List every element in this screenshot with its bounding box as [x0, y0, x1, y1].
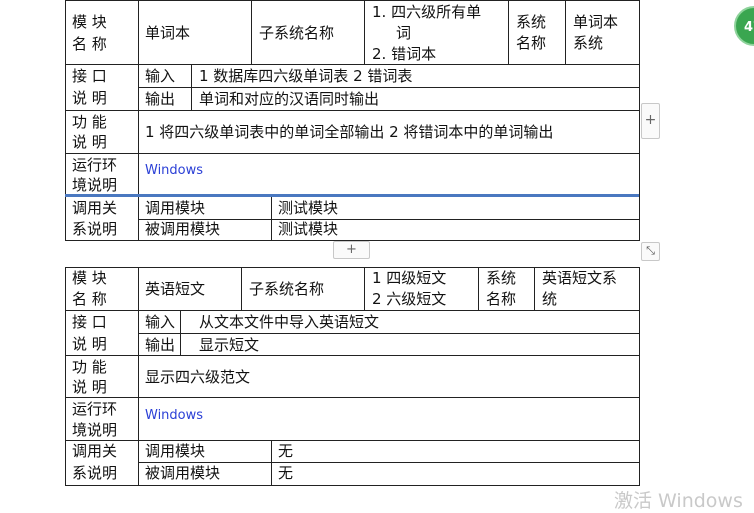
calls-module-label[interactable]: 调用模块	[145, 198, 205, 218]
table-2-rule	[271, 440, 272, 486]
output-label[interactable]: 输出	[145, 335, 175, 355]
input-label[interactable]: 输入	[145, 312, 175, 332]
table-1-rule	[565, 0, 566, 64]
calls-module-value[interactable]: 无	[278, 441, 293, 461]
system-name-value[interactable]: 单词本	[573, 12, 618, 32]
input-value[interactable]: 从文本文件中导入英语短文	[199, 312, 379, 332]
function-value[interactable]: 显示四六级范文	[145, 367, 250, 387]
table-1-rule	[508, 0, 509, 64]
call-relation-label[interactable]: 系说明	[72, 463, 117, 483]
table-resize-icon[interactable]: ⤡	[641, 242, 660, 261]
call-relation-label[interactable]: 调用关	[72, 198, 117, 218]
table-1-rule	[138, 0, 139, 241]
runtime-env-value[interactable]: Windows	[145, 406, 203, 426]
table-2-rule	[65, 310, 640, 311]
interface-label[interactable]: 说 明	[72, 88, 107, 108]
called-by-label[interactable]: 被调用模块	[145, 463, 220, 483]
table-1-rule	[271, 196, 272, 241]
module-name-label[interactable]: 模 块	[72, 268, 107, 288]
floating-badge-icon[interactable]: 47	[734, 6, 754, 46]
add-row-button[interactable]: +	[333, 241, 370, 259]
runtime-env-label[interactable]: 境说明	[72, 175, 117, 195]
table-2-rule	[138, 333, 640, 334]
subsystem-name-value[interactable]: 1 四级短文	[372, 268, 446, 288]
subsystem-name-value[interactable]: 2. 错词本	[372, 44, 436, 64]
function-label[interactable]: 说 明	[72, 377, 107, 397]
output-value[interactable]: 显示短文	[199, 335, 259, 355]
table-2-rule	[534, 267, 535, 310]
add-column-button[interactable]: +	[641, 103, 660, 139]
system-name-value[interactable]: 系统	[573, 33, 603, 53]
system-name-label[interactable]: 系统	[486, 268, 516, 288]
table-1-rule	[191, 64, 192, 110]
input-label[interactable]: 输入	[145, 66, 175, 86]
table-2-rule	[241, 267, 242, 310]
system-name-label[interactable]: 名称	[516, 33, 546, 53]
activation-watermark: 激活 Windows	[614, 490, 743, 512]
module-name-label[interactable]: 名 称	[72, 289, 107, 309]
runtime-env-label[interactable]: 境说明	[72, 420, 117, 440]
called-by-label[interactable]: 被调用模块	[145, 219, 220, 239]
system-name-value[interactable]: 统	[542, 289, 557, 309]
output-label[interactable]: 输出	[145, 89, 175, 109]
module-name-label[interactable]: 名 称	[72, 34, 107, 54]
table-2-rule	[180, 310, 181, 355]
function-label[interactable]: 功 能	[72, 357, 107, 377]
subsystem-name-label[interactable]: 子系统名称	[249, 279, 324, 299]
subsystem-name-value[interactable]: 1. 四六级所有单	[372, 2, 481, 22]
interface-label[interactable]: 说 明	[72, 334, 107, 354]
subsystem-name-value[interactable]: 2 六级短文	[372, 289, 446, 309]
input-value[interactable]: 1 数据库四六级单词表 2 错词表	[199, 66, 412, 86]
calls-module-label[interactable]: 调用模块	[145, 441, 205, 461]
table-1-rule	[65, 64, 640, 65]
table-1-rule	[65, 153, 640, 154]
row-selection-bar[interactable]	[65, 194, 639, 197]
table-2-rule	[65, 397, 640, 398]
table-2-rule	[138, 267, 139, 486]
runtime-env-label[interactable]: 运行环	[72, 155, 117, 175]
subsystem-name-label[interactable]: 子系统名称	[259, 23, 334, 43]
output-value[interactable]: 单词和对应的汉语同时输出	[199, 89, 379, 109]
table-2-rule	[65, 355, 640, 356]
function-value[interactable]: 1 将四六级单词表中的单词全部输出 2 将错词本中的单词输出	[145, 122, 553, 142]
interface-label[interactable]: 接 口	[72, 312, 107, 332]
function-label[interactable]: 功 能	[72, 112, 107, 132]
table-2-rule	[364, 267, 365, 310]
table-1-rule	[364, 0, 365, 64]
runtime-env-value[interactable]: Windows	[145, 161, 203, 181]
table-1-rule	[138, 87, 640, 88]
called-by-value[interactable]: 无	[278, 463, 293, 483]
call-relation-label[interactable]: 系说明	[72, 219, 117, 239]
module-name-label[interactable]: 模 块	[72, 12, 107, 32]
subsystem-name-value[interactable]: 词	[396, 23, 411, 43]
module-name-value[interactable]: 英语短文	[145, 279, 205, 299]
table-1-rule	[65, 110, 640, 111]
interface-label[interactable]: 接 口	[72, 66, 107, 86]
system-name-label[interactable]: 系统	[516, 12, 546, 32]
table-1-rule	[251, 0, 252, 64]
system-name-value[interactable]: 英语短文系	[542, 268, 617, 288]
runtime-env-label[interactable]: 运行环	[72, 399, 117, 419]
called-by-value[interactable]: 测试模块	[278, 219, 338, 239]
call-relation-label[interactable]: 调用关	[72, 441, 117, 461]
module-name-value[interactable]: 单词本	[145, 23, 190, 43]
table-2-rule	[478, 267, 479, 310]
calls-module-value[interactable]: 测试模块	[278, 198, 338, 218]
system-name-label[interactable]: 名称	[486, 289, 516, 309]
function-label[interactable]: 说 明	[72, 132, 107, 152]
